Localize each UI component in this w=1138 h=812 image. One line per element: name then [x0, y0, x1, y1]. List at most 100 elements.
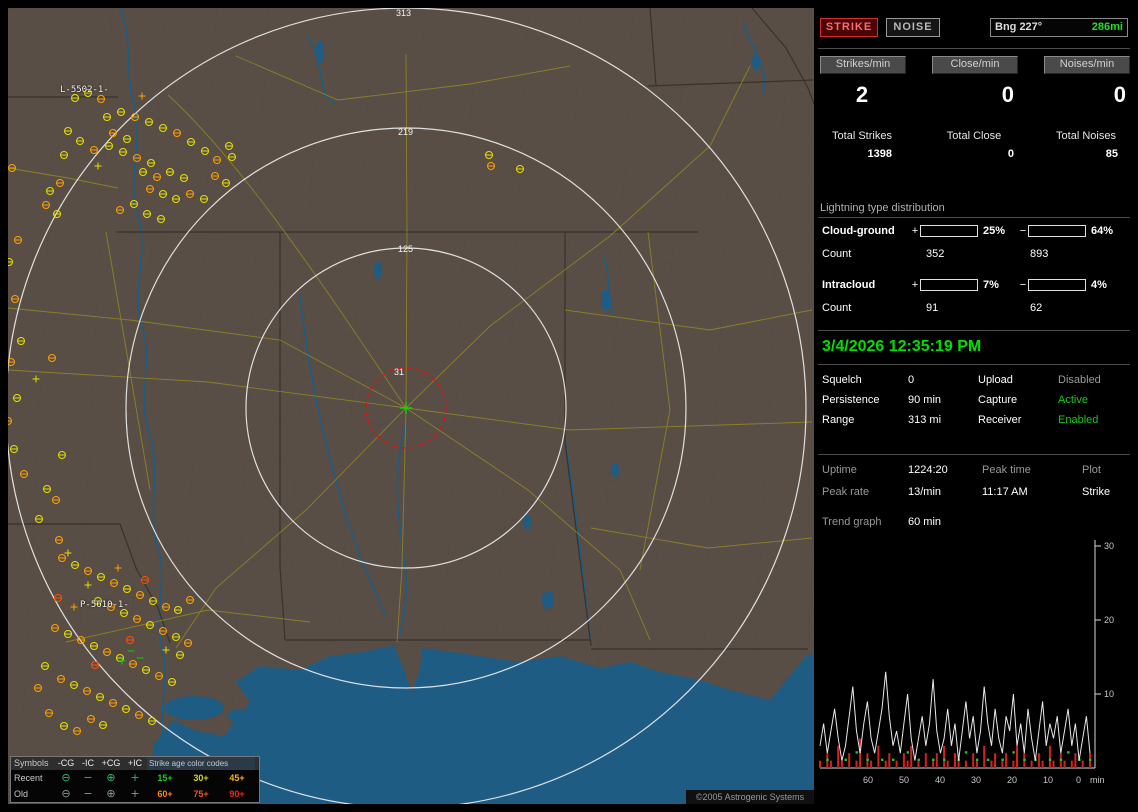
total-close-value: 0 — [1007, 148, 1014, 160]
circle-plus-icon: ⊕ — [106, 787, 116, 800]
total-strikes-value: 1398 — [867, 148, 892, 160]
age-15: 15+ — [157, 773, 173, 783]
capture-status: Active — [1058, 394, 1088, 406]
upload-status: Disabled — [1058, 374, 1101, 386]
app-window: { "map": { "ring_labels": [ {"text": "31… — [0, 0, 1138, 812]
noises-per-min-button[interactable]: Noises/min — [1044, 56, 1130, 74]
copyright-notice: ©2005 Astrogenic Systems — [686, 790, 814, 804]
status-row: Squelch 0 Upload Disabled — [822, 374, 1128, 386]
total-strikes-label: Total Strikes — [832, 130, 892, 142]
minus-sign: − — [1019, 225, 1027, 237]
storm-tracker-label: L-5502-1- — [60, 85, 109, 95]
peak-rate-label: Peak rate — [822, 486, 870, 498]
total-noises-value: 85 — [1105, 148, 1118, 160]
ring-label: 313 — [396, 8, 412, 18]
divider — [818, 454, 1130, 455]
ring-label: 125 — [398, 244, 414, 254]
ic-plus-pct: 7% — [983, 279, 999, 291]
cg-minus-pct: 64% — [1091, 225, 1114, 237]
ic-plus-bar — [920, 279, 978, 291]
cg-minus-count: 893 — [1030, 248, 1049, 260]
age-60: 60+ — [157, 789, 173, 799]
strikes-per-min-value: 2 — [855, 82, 869, 107]
plus-icon: + — [130, 771, 140, 784]
minus-sign: − — [1019, 279, 1027, 291]
count-label: Count — [822, 302, 852, 314]
status-row: Persistence 90 min Capture Active — [822, 394, 1128, 406]
cloud-ground-label: Cloud-ground — [822, 225, 895, 237]
age-75: 75+ — [193, 789, 209, 799]
cg-plus-pct: 25% — [983, 225, 1006, 237]
y-tick-10: 10 — [1104, 689, 1114, 699]
squelch-label: Squelch — [822, 374, 862, 386]
trend-series — [819, 671, 1092, 768]
close-per-min-button[interactable]: Close/min — [932, 56, 1018, 74]
trend-graph: 30 20 10 60 50 40 30 20 10 0 min — [819, 540, 1114, 785]
squelch-value: 0 — [908, 374, 915, 386]
legend-col-nic: -IC — [82, 758, 94, 768]
strikes-per-min-button[interactable]: Strikes/min — [820, 56, 906, 74]
total-close-label: Total Close — [946, 130, 1002, 142]
legend-col-ncg: -CG — [57, 758, 75, 768]
peak-rate-row: Peak rate 13/min 11:17 AM Strike — [822, 486, 1128, 498]
legend-col-pcg: +CG — [101, 758, 121, 768]
trend-graph-label: Trend graph — [822, 516, 882, 528]
minus-icon: − — [83, 787, 93, 800]
age-45: 45+ — [229, 773, 245, 783]
divider — [818, 48, 1130, 49]
circle-minus-icon: ⊖ — [61, 771, 71, 784]
plus-sign: + — [911, 279, 919, 291]
divider — [818, 364, 1130, 365]
plus-icon: + — [130, 787, 140, 800]
ic-minus-bar — [1028, 279, 1086, 291]
strike-indicator-button[interactable]: STRIKE — [820, 18, 878, 37]
capture-label: Capture — [978, 394, 1018, 406]
current-datetime: 3/4/2026 12:35:19 PM — [822, 338, 982, 355]
status-row: Range 313 mi Receiver Enabled — [822, 414, 1128, 426]
bearing-label: Bng 227° — [995, 21, 1043, 33]
uptime-label: Uptime — [822, 464, 857, 476]
ic-plus-count: 91 — [926, 302, 939, 314]
x-tick-60: 60 — [863, 775, 873, 785]
legend-old-label: Old — [14, 789, 29, 799]
map-legend: Symbols -CG -IC +CG +IC Strike age color… — [10, 756, 260, 803]
legend-symbols-header: Symbols — [14, 758, 49, 768]
bearing-display: Bng 227° 286mi — [990, 18, 1128, 37]
y-tick-20: 20 — [1104, 615, 1114, 625]
status-panel: STRIKE NOISE Bng 227° 286mi Strikes/min … — [818, 8, 1130, 804]
divider — [818, 217, 1130, 218]
divider — [818, 330, 1130, 331]
x-tick-30: 30 — [971, 775, 981, 785]
peak-time-value: 11:17 AM — [982, 486, 1028, 498]
y-tick-30: 30 — [1104, 541, 1114, 551]
plus-sign: + — [911, 225, 919, 237]
x-tick-50: 50 — [899, 775, 909, 785]
distribution-title: Lightning type distribution — [820, 202, 945, 214]
cloud-ground-row: Cloud-ground + 25% − 64% — [822, 224, 1128, 238]
legend-col-pic: +IC — [127, 758, 143, 768]
noise-indicator-button[interactable]: NOISE — [886, 18, 940, 37]
range-value: 313 mi — [908, 414, 942, 426]
circle-plus-icon: ⊕ — [106, 771, 116, 784]
persistence-label: Persistence — [822, 394, 880, 406]
intracloud-label: Intracloud — [822, 279, 876, 291]
x-tick-20: 20 — [1007, 775, 1017, 785]
x-tick-10: 10 — [1043, 775, 1053, 785]
ring-label: 31 — [394, 367, 405, 377]
x-unit-label: min — [1090, 775, 1105, 785]
x-tick-40: 40 — [935, 775, 945, 785]
minus-icon: − — [83, 771, 93, 784]
receiver-label: Receiver — [978, 414, 1022, 426]
close-per-min-value: 0 — [1001, 82, 1014, 107]
legend-recent-label: Recent — [14, 773, 43, 783]
age-90: 90+ — [229, 789, 245, 799]
persistence-value: 90 min — [908, 394, 942, 406]
noises-per-min-value: 0 — [1113, 82, 1126, 107]
bearing-distance: 286mi — [1091, 21, 1123, 33]
trend-range-value: 60 min — [908, 516, 942, 528]
cg-minus-bar — [1028, 225, 1086, 237]
uptime-row: Uptime 1224:20 Peak time Plot — [822, 464, 1128, 476]
lightning-map[interactable]: 313 219 125 31 L-5502-1- P-5610-1- Symbols -C… — [8, 8, 814, 804]
receiver-status: Enabled — [1058, 414, 1099, 426]
x-tick-0: 0 — [1076, 775, 1081, 785]
